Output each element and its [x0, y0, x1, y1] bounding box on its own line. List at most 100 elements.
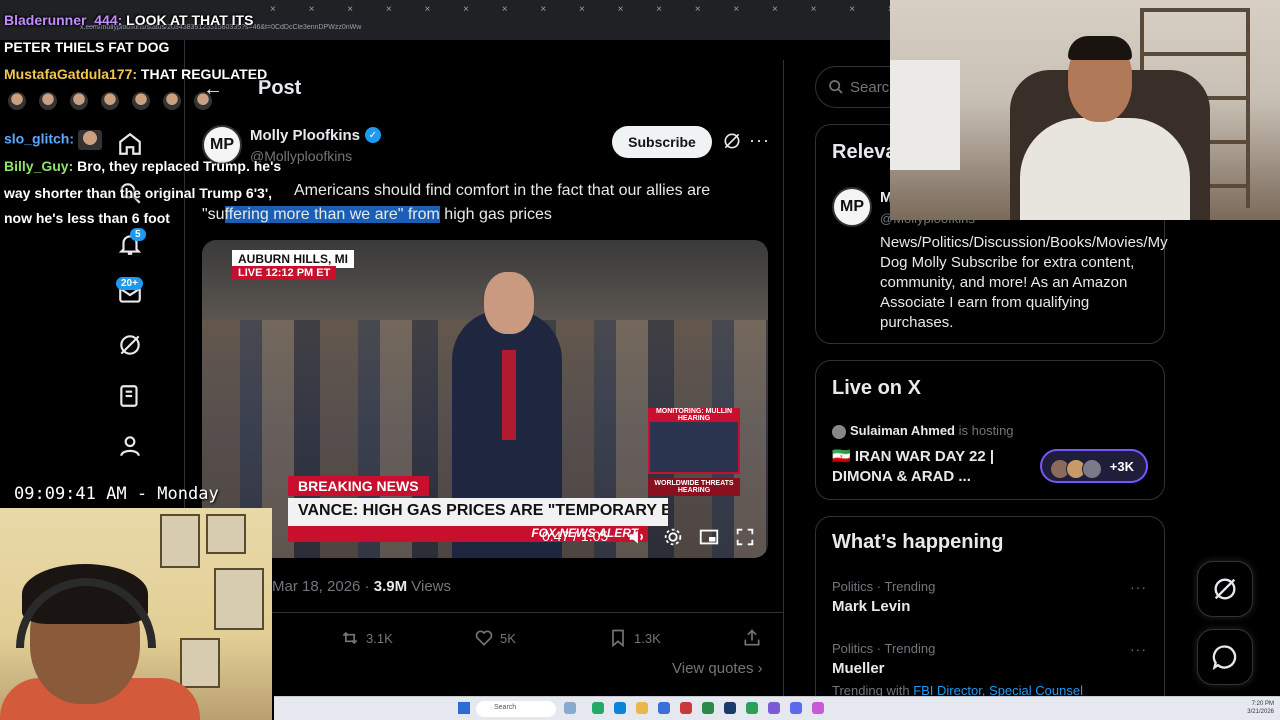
bookmark-button[interactable]: 1.3K [608, 628, 661, 648]
taskbar-time: 7:20 PM [1251, 701, 1274, 707]
streamer-webcam-left [0, 508, 272, 720]
lists-icon[interactable] [114, 380, 146, 412]
search-icon [829, 80, 843, 94]
whats-happening-card: What’s happening Politics · Trending Mar… [815, 516, 1165, 720]
wall-poster [214, 568, 264, 630]
taskbar-app-icon[interactable] [702, 702, 714, 714]
chat-message: Billy_Guy: Bro, they replaced Trump. he'… [4, 158, 281, 174]
video-monitor-label: MONITORING: MULLIN HEARING [648, 408, 740, 422]
taskbar-app-icon[interactable] [658, 702, 670, 714]
post-timestamp: Mar 18, 2026 · 3.9M Views [272, 578, 451, 595]
emote-icon [132, 92, 150, 111]
bookmark-count: 1.3K [634, 630, 661, 646]
breaking-news-chip: BREAKING NEWS [288, 476, 429, 496]
grok-icon [1214, 578, 1236, 600]
taskbar-app-icon[interactable] [790, 702, 802, 714]
views-label: Views [411, 578, 452, 595]
like-count: 5K [500, 630, 516, 646]
trend-more-icon[interactable]: ··· [1130, 579, 1147, 595]
taskbar-app-icon[interactable] [680, 702, 692, 714]
picture-in-picture-icon[interactable] [698, 526, 720, 548]
emote-icon [8, 92, 26, 111]
chat-username: Bladerunner_444: [4, 12, 123, 28]
views-count: 3.9M [373, 578, 408, 595]
subscribe-button[interactable]: Subscribe [612, 126, 712, 158]
taskbar-app-icon[interactable] [614, 702, 626, 714]
divider [186, 612, 784, 613]
video-player[interactable]: AUBURN HILLS, MI LIVE 12:12 PM ET MONITO… [202, 240, 768, 558]
trend-item-mark-levin[interactable]: Mark Levin [832, 598, 910, 615]
tab-close-buttons[interactable]: × × × × × × × × × × × × × × × × × × × × … [270, 4, 890, 18]
whats-happening-title: What’s happening [832, 531, 1004, 553]
taskbar-app-icon[interactable] [724, 702, 736, 714]
live-on-x-card: Live on X Sulaiman Ahmed is hosting 🇮🇷 I… [815, 360, 1165, 500]
emote-icon [70, 92, 88, 111]
chat-emote-row [8, 92, 225, 111]
streamer-webcam-right [890, 0, 1280, 220]
windows-taskbar: Search 7:20 PM 3/21/2026 [274, 696, 1280, 720]
emote-icon [39, 92, 57, 111]
taskbar-clock: 7:20 PM 3/21/2026 [1230, 700, 1274, 716]
emote-icon [77, 130, 102, 150]
taskbar-app-icon[interactable] [746, 702, 758, 714]
chat-message: MustafaGatdula177: THAT REGULATED [4, 66, 267, 82]
chat-text: PETER THIELS FAT DOG [4, 39, 170, 55]
taskbar-search[interactable]: Search [476, 701, 556, 717]
grok-explain-icon[interactable] [722, 131, 742, 151]
emote-icon [163, 92, 181, 111]
chat-message: way shorter than the original Trump 6'3'… [4, 185, 272, 201]
webcam-person-hair [1068, 36, 1132, 60]
host-avatar [832, 424, 846, 439]
video-worldwide-label: WORLDWIDE THREATS HEARING [648, 478, 740, 496]
video-timestamp: 0:47 / 1:05 [542, 528, 609, 544]
like-button[interactable]: 5K [474, 628, 516, 648]
wall-poster [160, 514, 200, 568]
chat-username: MustafaGatdula177: [4, 66, 138, 82]
post-date: Mar 18, 2026 · [272, 578, 370, 595]
live-listeners-pill[interactable]: +3K [1040, 449, 1148, 483]
chat-bubble-icon [1212, 645, 1237, 671]
taskbar-app-icon[interactable] [592, 702, 604, 714]
chat-message: now he's less than 6 foot [4, 210, 170, 226]
profile-icon[interactable] [114, 430, 146, 462]
chat-text: way shorter than the original Trump 6'3'… [4, 185, 273, 201]
view-quotes-link[interactable]: View quotes › [672, 660, 763, 677]
volume-icon[interactable] [626, 526, 648, 548]
relevant-person-avatar[interactable]: MP [832, 187, 872, 227]
stream-clock: 09:09:41 AM - Monday [14, 484, 219, 504]
trend-item-mueller[interactable]: Mueller [832, 660, 885, 677]
grok-fab-button[interactable] [1197, 561, 1253, 617]
trend-meta: Politics · Trending [832, 579, 936, 594]
settings-gear-icon[interactable] [662, 526, 684, 548]
video-speaker-tie [502, 350, 516, 440]
repost-count: 3.1K [366, 630, 393, 646]
messages-badge: 20+ [116, 277, 143, 290]
chat-username: Billy_Guy: [4, 158, 74, 174]
taskbar-app-icon[interactable] [636, 702, 648, 714]
share-button[interactable] [742, 628, 762, 648]
trend-more-icon[interactable]: ··· [1130, 641, 1147, 657]
relevant-person-bio: News/Politics/Discussion/Books/Movies/My… [880, 234, 1168, 331]
live-host-name: Sulaiman Ahmed [850, 423, 955, 438]
post-text-line2-end: high gas prices [439, 206, 552, 223]
taskbar-date: 3/21/2026 [1247, 709, 1274, 715]
live-on-x-title: Live on X [832, 377, 921, 399]
taskbar-app-icon[interactable] [768, 702, 780, 714]
messages-fab-button[interactable] [1197, 629, 1253, 685]
taskbar-app-icon[interactable] [812, 702, 824, 714]
grok-icon[interactable] [114, 329, 146, 361]
live-host[interactable]: Sulaiman Ahmed is hosting [832, 423, 1014, 439]
chat-message: PETER THIELS FAT DOG [4, 39, 169, 55]
live-space-title[interactable]: 🇮🇷 IRAN WAR DAY 22 | DIMONA & ARAD ... [832, 447, 1022, 487]
chat-text: now he's less than 6 foot [4, 210, 170, 226]
start-button-icon[interactable] [458, 702, 470, 714]
repost-button[interactable]: 3.1K [340, 628, 393, 648]
taskbar-app-icon[interactable] [564, 702, 576, 714]
wall-poster [180, 638, 220, 688]
stream-chat-overlay: Bladerunner_444: LOOK AT THAT ITS PETER … [0, 0, 300, 230]
chat-text: LOOK AT THAT ITS [122, 12, 254, 28]
fullscreen-icon[interactable] [734, 526, 756, 548]
trend-meta: Politics · Trending [832, 641, 936, 656]
post-more-options-icon[interactable]: ··· [749, 130, 770, 151]
listener-avatar [1082, 459, 1102, 479]
